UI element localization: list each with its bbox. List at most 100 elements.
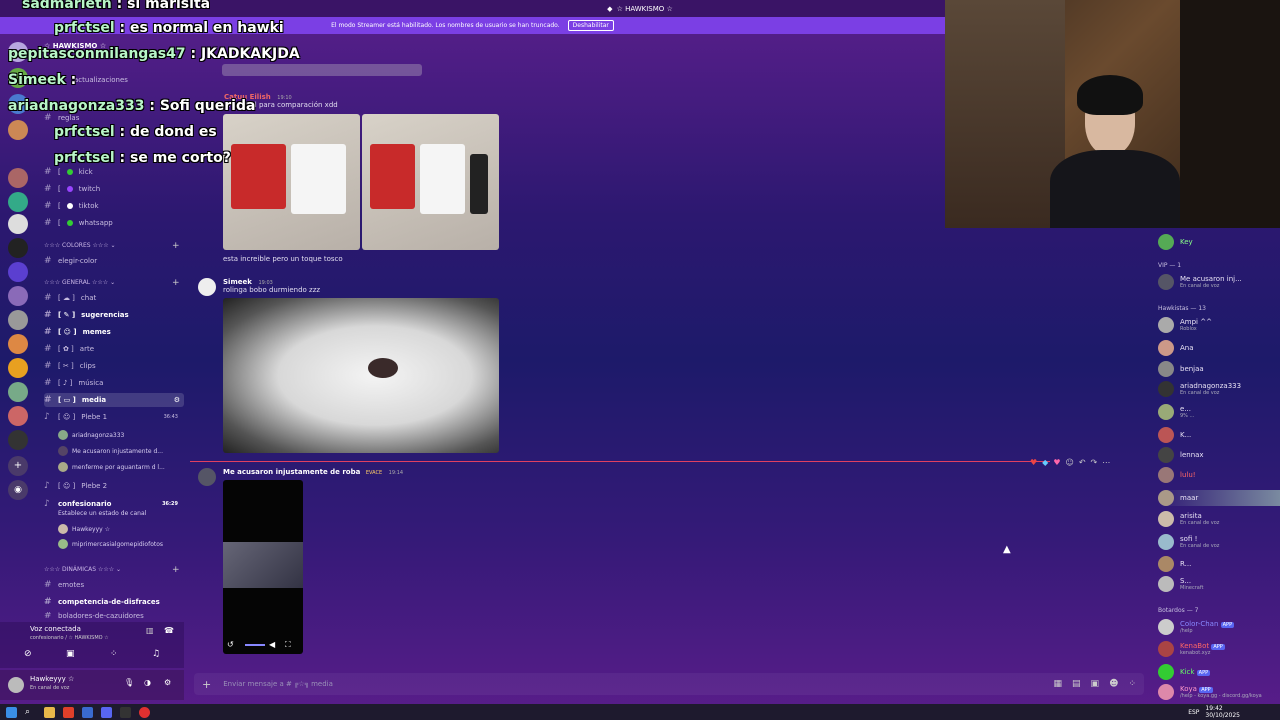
channel-memes[interactable]: #[ ☺ ] memes — [44, 327, 184, 337]
channel-whatsapp[interactable]: #[whatsapp — [44, 218, 184, 228]
member-item[interactable]: R... — [1158, 556, 1191, 572]
heart-icon[interactable]: ♥ — [1030, 458, 1037, 467]
explore-icon[interactable]: ◉ — [8, 480, 28, 500]
member-item[interactable]: KenaBot APP kenabot.xyz — [1158, 641, 1225, 657]
sticker-icon[interactable]: ▣ — [1091, 679, 1100, 689]
more-icon[interactable]: ⋯ — [1102, 458, 1110, 467]
search-icon[interactable]: ⌕ — [25, 707, 36, 718]
server-icon[interactable] — [8, 262, 28, 282]
channel-elegir-color[interactable]: # elegir-color — [44, 256, 184, 266]
screen-share-icon[interactable]: ▣ — [66, 649, 75, 659]
app-icon[interactable] — [82, 706, 93, 718]
member-item[interactable]: Key — [1158, 234, 1193, 250]
soundboard-icon[interactable]: ♫ — [152, 649, 160, 659]
add-attachment-icon[interactable]: + — [202, 678, 211, 691]
reaction-icon[interactable]: ◆ — [1042, 458, 1048, 467]
image-attachment[interactable] — [362, 114, 499, 250]
server-icon[interactable] — [8, 168, 28, 188]
disconnect-icon[interactable]: ☎ — [164, 626, 174, 635]
member-item[interactable]: lennax — [1158, 447, 1204, 463]
add-channel-icon[interactable]: + — [172, 241, 180, 251]
voice-channel-plebe2[interactable]: ♪[ ☺ ] Plebe 2 — [44, 481, 184, 491]
member-item[interactable]: Color-Chan APP/help — [1158, 619, 1235, 635]
heart-icon[interactable]: ♥ — [1053, 458, 1060, 467]
server-icon[interactable] — [8, 238, 28, 258]
signal-icon[interactable]: ▥ — [146, 626, 154, 635]
mic-icon[interactable]: 🎙 — [124, 678, 134, 687]
avatar[interactable] — [198, 468, 216, 486]
fullscreen-icon[interactable]: ⛶ — [285, 640, 291, 650]
server-icon[interactable] — [8, 334, 28, 354]
server-icon[interactable] — [8, 310, 28, 330]
channel-competencia[interactable]: # competencia-de-disfraces — [44, 597, 184, 607]
member-item[interactable]: ariadnagonza333 En canal de voz — [1158, 381, 1241, 397]
channel-sugerencias[interactable]: #[ ✎ ] sugerencias — [44, 310, 184, 320]
avatar[interactable] — [8, 677, 24, 693]
member-item[interactable]: Me acusaron inj... En canal de voz — [1158, 274, 1242, 290]
channel-media[interactable]: #[ ▭ ] media ⚙ — [44, 393, 184, 407]
voice-channel-name[interactable]: confesionario / ☆ HAWKISMO ☆ — [30, 635, 109, 641]
member-item[interactable]: K... — [1158, 427, 1191, 443]
obs-icon[interactable] — [120, 706, 131, 718]
server-icon[interactable] — [8, 286, 28, 306]
server-icon[interactable] — [8, 214, 28, 234]
server-icon[interactable] — [8, 192, 28, 212]
progress-bar[interactable] — [245, 644, 265, 646]
member-item[interactable]: maar — [1158, 490, 1280, 506]
avatar[interactable] — [198, 278, 216, 296]
headphones-icon[interactable]: ◑ — [144, 678, 151, 687]
reply-icon[interactable]: ↶ — [1079, 458, 1086, 467]
member-item[interactable]: Ana — [1158, 340, 1194, 356]
voice-user[interactable]: miprimercasialgomepidiofotos — [58, 539, 163, 549]
file-explorer-icon[interactable] — [44, 706, 55, 718]
channel-tiktok[interactable]: #[tiktok — [44, 201, 184, 211]
channel-clips[interactable]: #[ ✂ ] clips — [44, 361, 184, 371]
message-author[interactable]: Me acusaron injustamente de roba — [223, 468, 360, 476]
brave-icon[interactable] — [63, 706, 74, 718]
voice-user[interactable]: Hawkeyyy ☆ — [58, 524, 110, 534]
channel-chat[interactable]: #[ ☁ ] chat — [44, 293, 184, 303]
member-item[interactable]: Koya APP/help - koya.gg - discord.gg/koy… — [1158, 684, 1262, 700]
member-item[interactable]: sofi ! En canal de voz — [1158, 534, 1219, 550]
server-icon[interactable] — [8, 406, 28, 426]
message-composer[interactable]: + Enviar mensaje a # ╔☆╗ media ▦ ▤ ▣ ☻ ⁘ — [194, 673, 1144, 695]
channel-twitch[interactable]: #[twitch — [44, 184, 184, 194]
forward-icon[interactable]: ↷ — [1091, 458, 1098, 467]
category-colores[interactable]: ☆☆☆ COLORES ☆☆☆ ⌄ — [44, 242, 116, 249]
member-item[interactable]: S... Minecraft — [1158, 576, 1203, 592]
composer-placeholder[interactable]: Enviar mensaje a # ╔☆╗ media — [223, 680, 333, 688]
disable-streamer-button[interactable]: Deshabilitar — [567, 20, 614, 31]
gift-icon[interactable]: ▦ — [1054, 679, 1063, 689]
add-reaction-icon[interactable]: ☺ — [1066, 458, 1074, 467]
category-general[interactable]: ☆☆☆ GENERAL ☆☆☆ ⌄ — [44, 279, 115, 286]
channel-bolsas[interactable]: # boladores-de-cazuidores — [44, 612, 184, 620]
add-server-icon[interactable]: + — [8, 456, 28, 476]
voice-user[interactable]: menferme por aguantarm d l... — [58, 462, 165, 472]
clock-time[interactable]: 19:42 — [1205, 705, 1240, 712]
member-item[interactable]: arisita En canal de voz — [1158, 511, 1219, 527]
camera-off-icon[interactable]: ⊘ — [24, 649, 32, 659]
volume-icon[interactable]: ◀ — [269, 640, 275, 649]
discord-icon[interactable] — [101, 706, 112, 718]
member-item[interactable]: Ampi ^^ Roblox — [1158, 317, 1212, 333]
replay-icon[interactable]: ↺ — [227, 640, 234, 649]
apps-icon[interactable]: ⁘ — [1128, 679, 1136, 689]
voice-user[interactable]: ariadnagonza333 — [58, 430, 124, 440]
emoji-icon[interactable]: ☻ — [1109, 679, 1118, 689]
voice-channel-plebe1[interactable]: ♪[ ☺ ] Plebe 1 36:43 — [44, 412, 184, 422]
activities-icon[interactable]: ⁘ — [110, 649, 118, 659]
add-channel-icon[interactable]: + — [172, 278, 180, 288]
channel-musica[interactable]: #[ ♪ ] música — [44, 378, 184, 388]
language-indicator[interactable]: ESP — [1188, 709, 1199, 716]
server-icon[interactable] — [8, 382, 28, 402]
app-icon[interactable] — [139, 706, 150, 718]
member-item[interactable]: Kick APP — [1158, 664, 1211, 680]
user-name[interactable]: Hawkeyyy ☆ — [30, 675, 74, 683]
windows-start-icon[interactable] — [6, 706, 17, 718]
channel-status[interactable]: Establece un estado de canal — [58, 510, 146, 517]
channel-emotes[interactable]: # emotes — [44, 580, 184, 590]
category-dinamicas[interactable]: ☆☆☆ DINÁMICAS ☆☆☆ ⌄ — [44, 566, 121, 573]
voice-channel-confesionario[interactable]: ♪ confesionario 36:29 — [44, 499, 184, 509]
member-item[interactable]: e... 9% ... — [1158, 404, 1194, 420]
voice-user[interactable]: Me acusaron injustamente d... — [58, 446, 163, 456]
